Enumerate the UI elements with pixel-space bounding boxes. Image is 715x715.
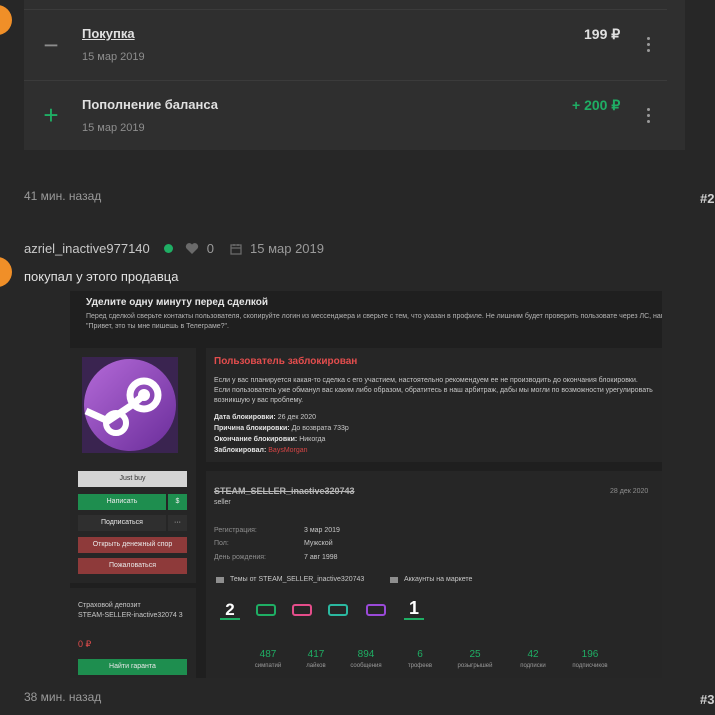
currency-button[interactable]: $ xyxy=(168,494,187,510)
deposit-value: 0 ₽ xyxy=(78,639,92,649)
stat-label: симпатий xyxy=(254,663,282,669)
unread-marker xyxy=(0,257,12,287)
stat-value: 25 xyxy=(469,649,481,660)
unread-marker xyxy=(0,5,12,35)
reg-label: Регистрация: xyxy=(214,527,257,534)
market-link[interactable]: Аккаунты на маркете xyxy=(404,575,472,585)
blocked-by-link[interactable]: BaysMorgan xyxy=(268,447,307,454)
transaction-title[interactable]: Покупка xyxy=(82,26,135,41)
post-time-ago: 38 мин. назад xyxy=(24,690,102,704)
transaction-amount: 199 ₽ xyxy=(584,26,621,42)
complain-button[interactable]: Пожаловаться xyxy=(78,558,187,574)
block-reason: Причина блокировки: До возврата 733р xyxy=(214,425,349,432)
gender-label: Пол: xyxy=(214,540,229,547)
user-badge: Just buy xyxy=(78,471,187,487)
divider xyxy=(24,80,667,81)
trophy-tank-icon xyxy=(256,604,276,616)
stat-label: розыгрышей xyxy=(457,663,493,669)
bday-label: День рождения: xyxy=(214,554,266,561)
author-name[interactable]: azriel_inactive977140 xyxy=(24,241,150,256)
trophy-2-icon: 2 xyxy=(220,600,240,620)
bday-value: 7 авг 1998 xyxy=(304,554,338,561)
cart-icon xyxy=(390,577,398,583)
stat-label: подписчиков xyxy=(572,663,608,669)
more-button[interactable]: ··· xyxy=(168,515,187,531)
steam-avatar-icon xyxy=(82,357,178,453)
post-text: покупал у этого продавца xyxy=(24,269,179,284)
stat-label: лайков xyxy=(306,663,326,669)
stat-value: 417 xyxy=(307,649,325,660)
blocked-title: Пользователь заблокирован xyxy=(214,356,358,367)
trophy-cart-purple-icon xyxy=(366,604,386,616)
gender-value: Мужской xyxy=(304,540,333,547)
deposit-user: STEAM-SELLER-inactive32074 3 xyxy=(78,612,183,619)
stat-value: 42 xyxy=(527,649,539,660)
likes-count: 0 xyxy=(206,241,214,256)
more-options-icon[interactable] xyxy=(644,35,652,53)
block-date: Дата блокировки: 26 дек 2020 xyxy=(214,414,316,421)
username[interactable]: STEAM_SELLER_inactive320743 xyxy=(214,486,355,496)
blocked-by: Заблокировал: BaysMorgan xyxy=(214,447,308,454)
deposit-label: Страховой депозит xyxy=(78,602,141,609)
calendar-icon xyxy=(230,243,242,255)
stat-label: трофеев xyxy=(407,663,433,669)
stat-value: 196 xyxy=(581,649,599,660)
find-guarantor-button[interactable]: Найти гаранта xyxy=(78,659,187,675)
post-date: 15 мар 2019 xyxy=(250,241,325,256)
chat-icon xyxy=(216,577,224,583)
stat-value: 894 xyxy=(357,649,375,660)
minus-icon: − xyxy=(43,30,59,60)
post-number[interactable]: #3 xyxy=(700,692,714,707)
stat-value: 487 xyxy=(259,649,277,660)
open-dispute-button[interactable]: Открыть денежный спор xyxy=(78,537,187,553)
stat-label: подписки xyxy=(520,663,546,669)
stat-value: 6 xyxy=(417,649,423,660)
post-header: azriel_inactive977140 0 15 мар 2019 xyxy=(24,241,324,256)
subscribe-button[interactable]: Подписаться xyxy=(78,515,166,531)
write-button[interactable]: Написать xyxy=(78,494,166,510)
plus-icon: + xyxy=(43,100,59,130)
embedded-screenshot: Уделите одну минуту перед сделкой Перед … xyxy=(70,291,662,678)
blocked-text: Если у вас планируется какая-то сделка с… xyxy=(214,377,653,404)
divider xyxy=(24,9,667,10)
transaction-date: 15 мар 2019 xyxy=(82,51,145,63)
post-number[interactable]: #2 xyxy=(700,191,714,206)
topics-link[interactable]: Темы от STEAM_SELLER_inactive320743 xyxy=(230,575,364,585)
trophy-1-icon: 1 xyxy=(404,598,424,620)
transaction-title: Пополнение баланса xyxy=(82,97,218,112)
warning-text: Перед сделкой сверьте контакты пользоват… xyxy=(86,313,662,330)
online-indicator xyxy=(163,244,173,253)
more-options-icon[interactable] xyxy=(644,106,652,124)
transaction-amount: + 200 ₽ xyxy=(572,97,621,113)
block-end: Окончание блокировки: Никогда xyxy=(214,436,326,443)
user-status: seller xyxy=(214,499,231,506)
transaction-date: 15 мар 2019 xyxy=(82,122,145,134)
trophy-cart-pink-icon xyxy=(292,604,312,616)
heart-icon[interactable] xyxy=(185,242,199,255)
post-time-ago: 41 мин. назад xyxy=(24,189,102,203)
trophy-cart-teal-icon xyxy=(328,604,348,616)
reg-value: 3 мар 2019 xyxy=(304,527,340,534)
stat-label: сообщения xyxy=(350,663,382,669)
user-date: 28 дек 2020 xyxy=(610,488,649,495)
warning-title: Уделите одну минуту перед сделкой xyxy=(86,297,269,308)
